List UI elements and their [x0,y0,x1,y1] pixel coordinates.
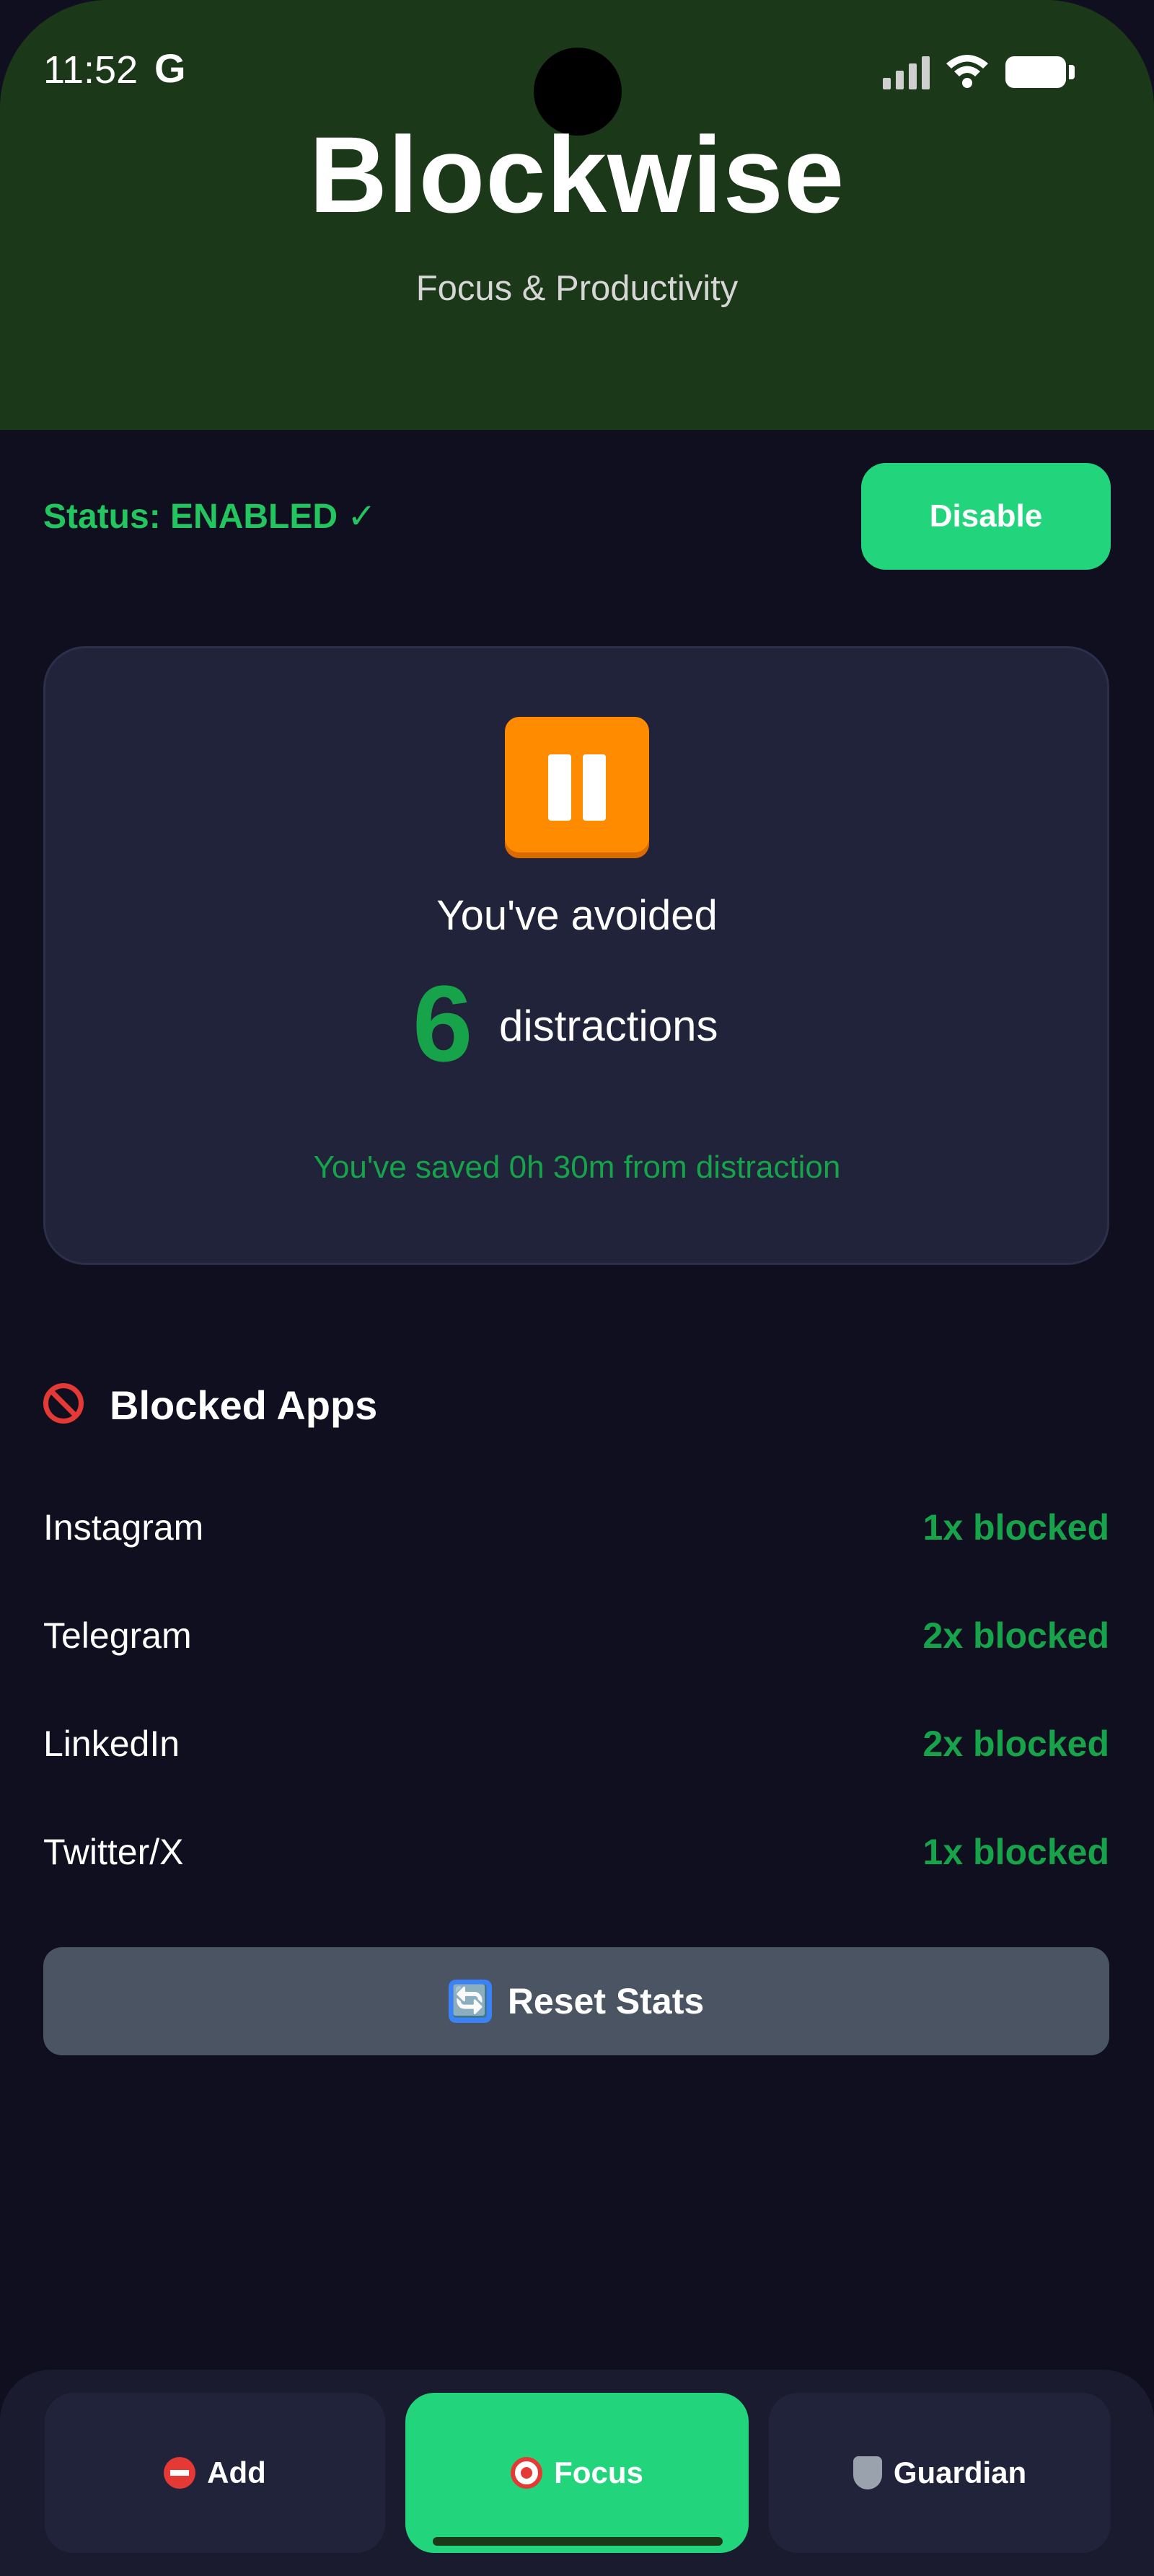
blocked-app-row: Twitter/X 1x blocked [43,1823,1109,1881]
blocked-app-row: Instagram 1x blocked [43,1499,1109,1556]
blocked-app-name: Twitter/X [43,1832,184,1872]
nav-add-label: Add [207,2456,266,2489]
nav-add-button[interactable]: Add [45,2393,385,2553]
no-entry-icon [164,2457,196,2489]
blocked-app-row: Telegram 2x blocked [43,1607,1109,1664]
nav-focus-label: Focus [554,2456,643,2489]
blocked-app-count: 1x blocked [922,1507,1109,1548]
nav-guardian-button[interactable]: Guardian [769,2393,1111,2553]
prohibited-icon [43,1383,84,1424]
blocked-app-name: Instagram [43,1507,204,1548]
blocked-app-count: 2x blocked [922,1615,1109,1656]
signal-icon [883,55,930,89]
blocked-app-count: 2x blocked [922,1724,1109,1764]
reset-stats-button[interactable]: 🔄 Reset Stats [43,1947,1109,2055]
disable-button[interactable]: Disable [861,463,1111,570]
reset-stats-label: Reset Stats [507,1981,705,2021]
blocked-app-name: LinkedIn [43,1724,180,1764]
time-saved-label: You've saved 0h 30m from distraction [313,1150,841,1185]
target-icon [511,2457,543,2489]
blocked-app-name: Telegram [43,1615,192,1656]
distraction-count: 6 [413,963,473,1084]
pause-icon [505,717,649,858]
blocked-app-row: LinkedIn 2x blocked [43,1715,1109,1773]
app-subtitle: Focus & Productivity [415,269,739,308]
wifi-icon [946,55,988,88]
avoided-label: You've avoided [436,892,718,939]
status-enabled-label: Status: ENABLED ✓ [43,498,376,536]
distraction-label: distractions [499,1002,718,1050]
battery-tip [1069,65,1075,79]
blocked-apps-title: Blocked Apps [110,1382,378,1428]
nav-guardian-label: Guardian [893,2456,1027,2489]
status-time: 11:52 [43,48,138,92]
shield-icon [853,2456,882,2489]
app-title: Blockwise [309,114,845,235]
refresh-icon: 🔄 [448,1980,492,2023]
nav-focus-button[interactable]: Focus [405,2393,749,2553]
home-indicator[interactable] [433,2537,723,2546]
blocked-app-count: 1x blocked [922,1832,1109,1872]
google-icon: G [154,45,186,91]
battery-icon [1005,56,1066,88]
